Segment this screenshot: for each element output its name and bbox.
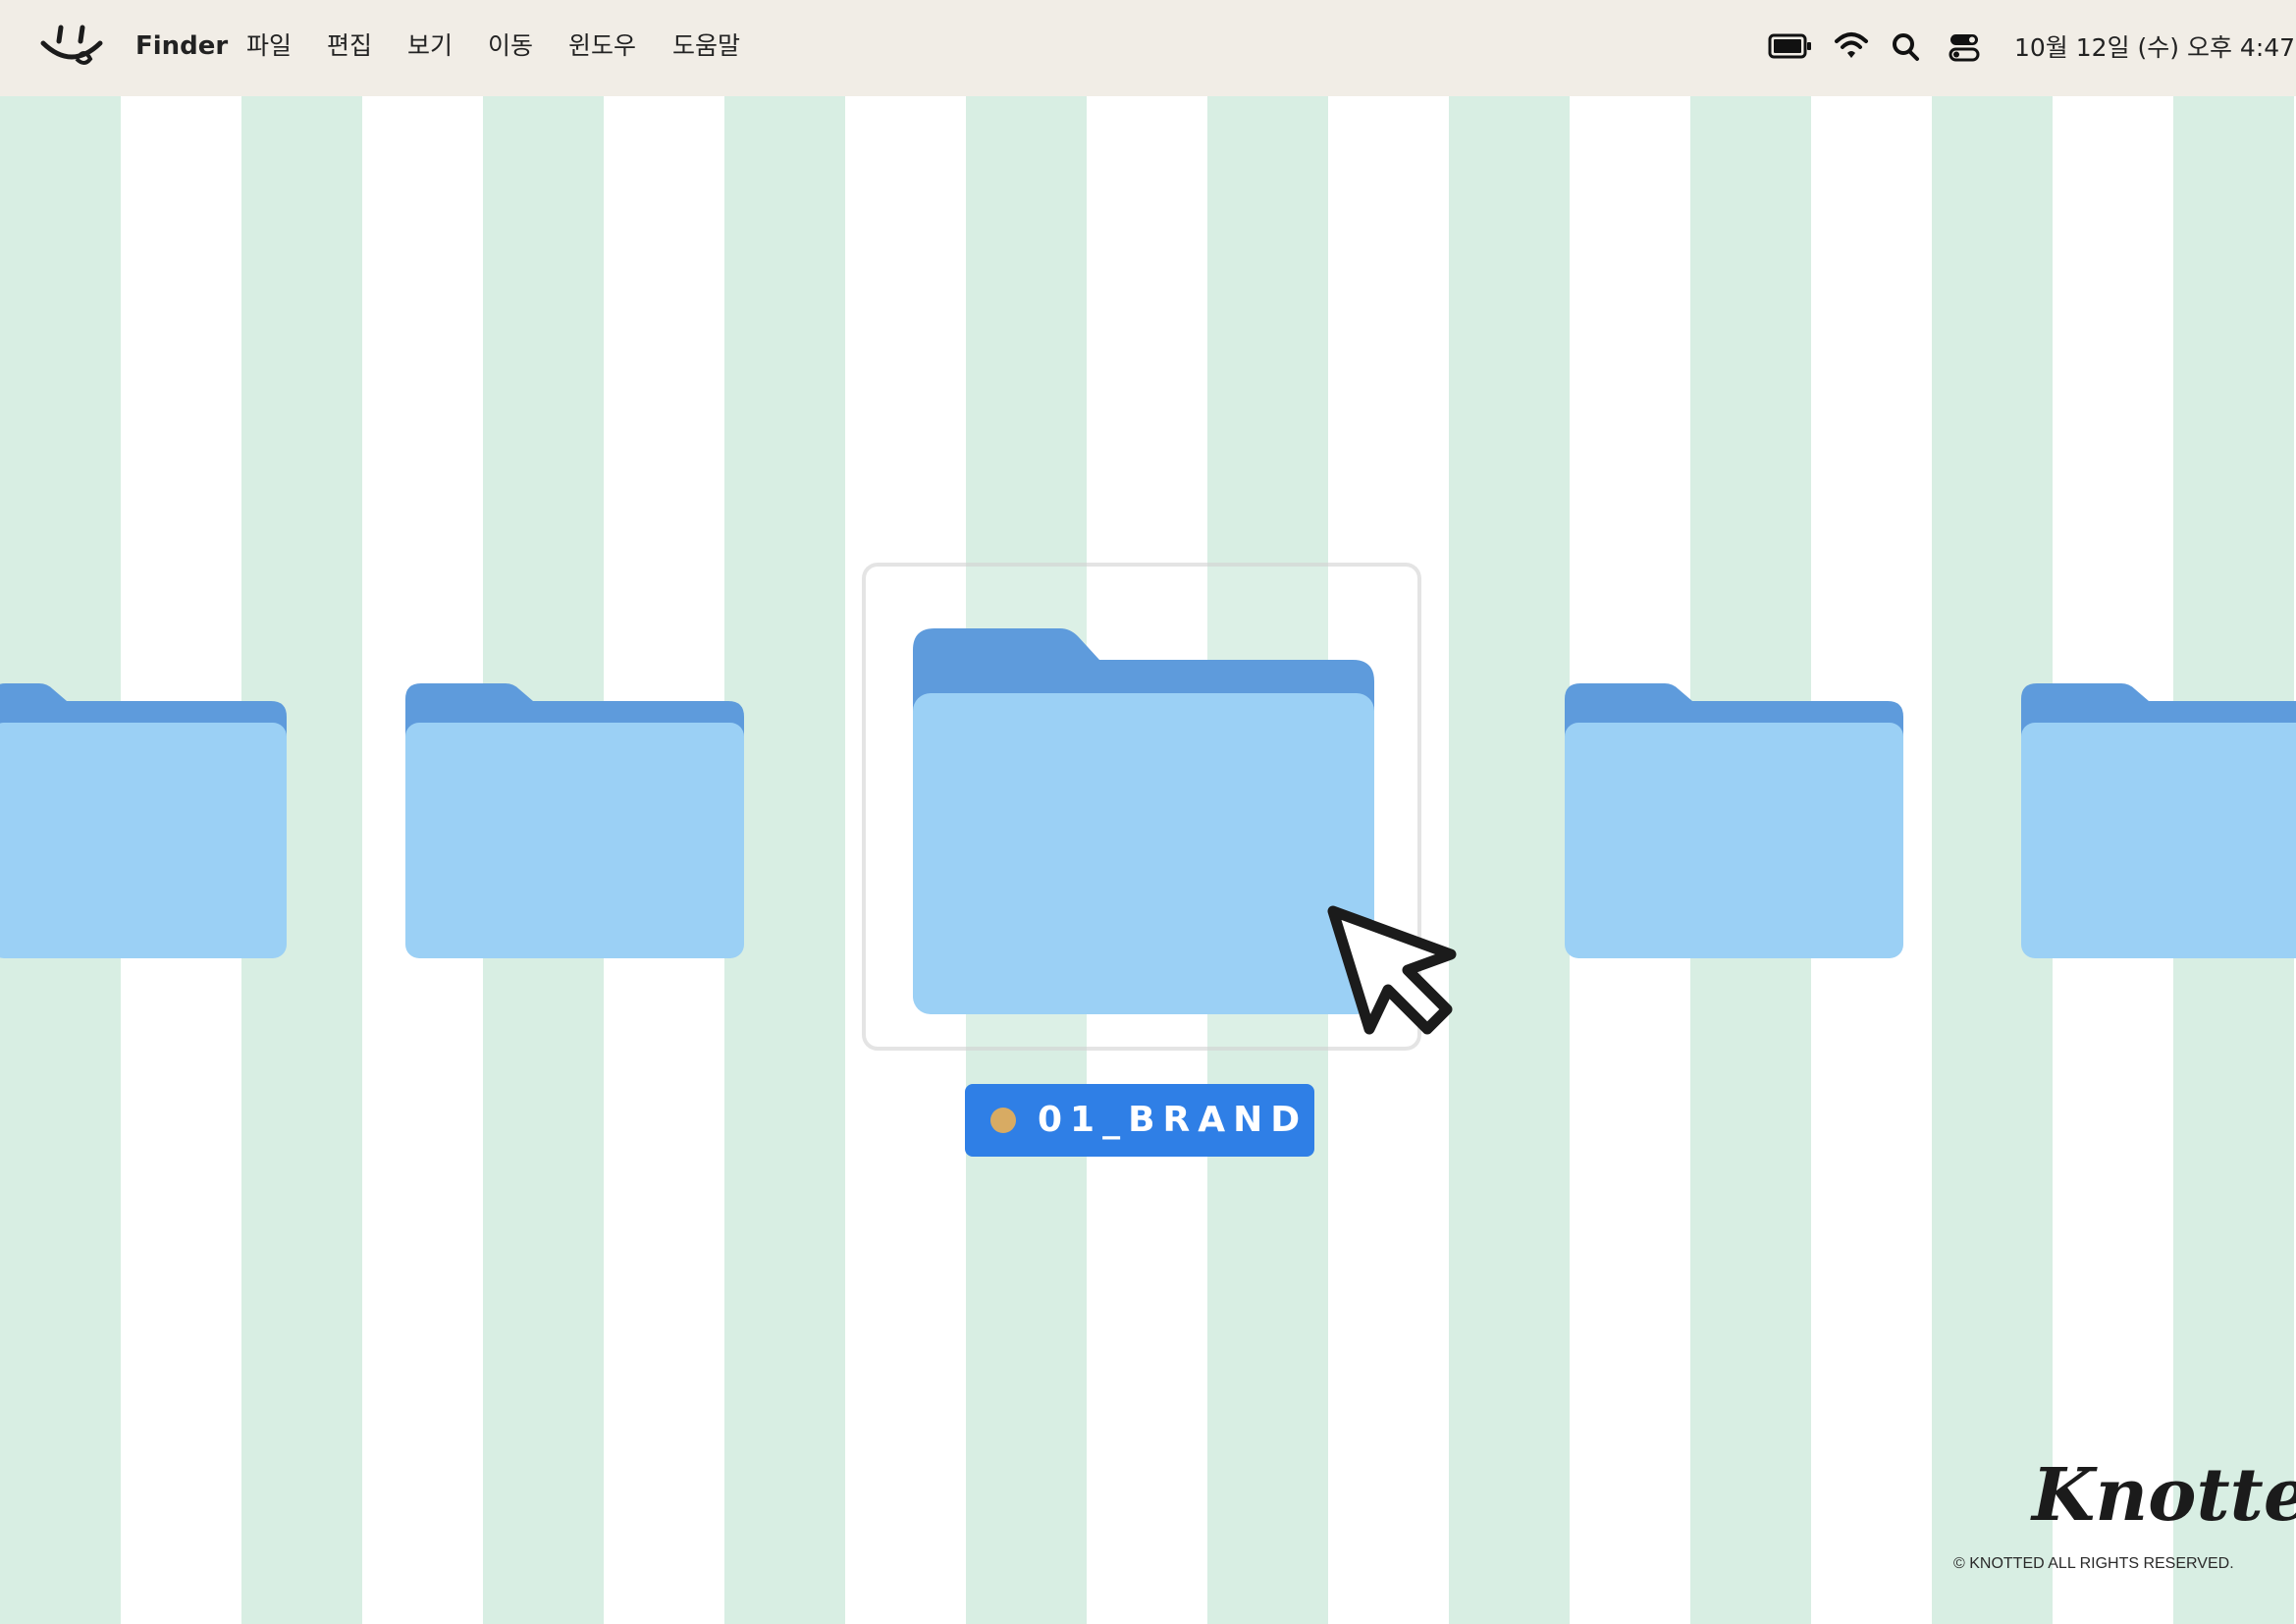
control-center-icon[interactable] xyxy=(1949,31,1980,63)
menu-window[interactable]: 윈도우 xyxy=(568,29,636,63)
folder-icon[interactable] xyxy=(0,672,287,958)
menu-help[interactable]: 도움말 xyxy=(672,29,740,63)
menu-bar-clock[interactable]: 10월 12일 (수) 오후 4:47 xyxy=(2014,31,2295,65)
copyright-text: © KNOTTED ALL RIGHTS RESERVED. xyxy=(1953,1555,2234,1572)
menu-finder[interactable]: Finder xyxy=(135,29,228,63)
folder-name-text: 01_BRAND xyxy=(1038,1100,1308,1140)
search-icon[interactable] xyxy=(1891,31,1920,63)
battery-icon[interactable] xyxy=(1768,31,1813,61)
smiley-logo-icon[interactable] xyxy=(39,22,104,71)
color-tag-dot xyxy=(990,1108,1016,1133)
folder-icon[interactable] xyxy=(1565,672,1903,958)
menu-view[interactable]: 보기 xyxy=(407,29,453,63)
menu-go[interactable]: 이동 xyxy=(488,29,533,63)
brand-logo: Knotted. xyxy=(2032,1453,2296,1538)
folder-icon[interactable] xyxy=(405,672,744,958)
folder-name-label[interactable]: 01_BRAND xyxy=(965,1084,1314,1157)
menu-bar: Finder 파일 편집 보기 이동 윈도우 도움말 10월 12일 (수) 오… xyxy=(0,0,2296,96)
mouse-pointer-icon xyxy=(1325,903,1468,1041)
folder-icon[interactable] xyxy=(2021,672,2296,958)
wifi-icon[interactable] xyxy=(1834,29,1869,63)
menu-edit[interactable]: 편집 xyxy=(327,29,372,63)
selected-folder-icon[interactable] xyxy=(913,624,1374,1014)
menu-file[interactable]: 파일 xyxy=(246,29,292,63)
